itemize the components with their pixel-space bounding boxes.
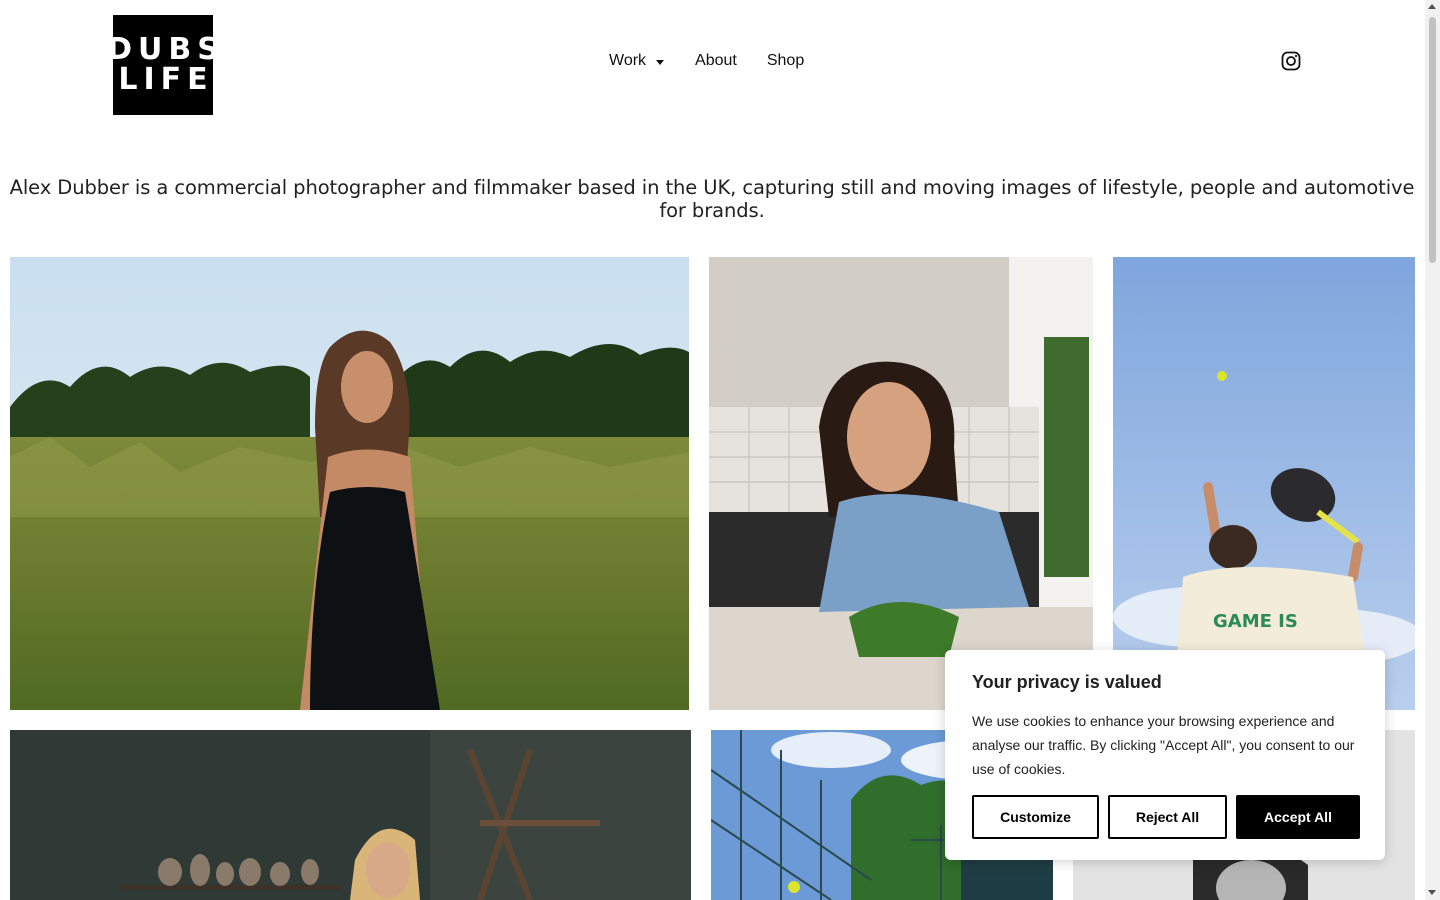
cookie-title: Your privacy is valued [972,672,1162,692]
photo-woman-in-kitchen[interactable] [709,257,1093,710]
cookie-body: We use cookies to enhance your browsing … [972,713,1355,777]
scroll-down-icon[interactable] [1428,890,1436,895]
main-nav: Work About Shop [609,52,804,70]
nav-item-work-label: Work [609,52,647,69]
instagram-icon[interactable] [1281,51,1301,71]
logo-line-2: LIFE [118,62,214,97]
reject-all-button[interactable]: Reject All [1108,795,1227,839]
cookie-buttons: Customize Reject All Accept All [972,795,1360,839]
photo-woman-in-field[interactable] [10,257,689,710]
nav-item-work[interactable]: Work [609,52,665,70]
scrollbar-thumb[interactable] [1429,17,1436,263]
site-logo[interactable]: DUBS LIFE [107,15,219,115]
accept-all-button[interactable]: Accept All [1236,795,1360,839]
nav-item-about[interactable]: About [695,52,737,70]
customize-button[interactable]: Customize [972,795,1099,839]
photo-woman-in-studio[interactable] [10,730,691,900]
page-scrollbar[interactable] [1425,0,1440,900]
chevron-down-icon [656,59,665,65]
nav-item-shop[interactable]: Shop [767,52,804,70]
photo-padel-player[interactable]: GAME IS [1113,257,1415,710]
scroll-up-icon[interactable] [1428,4,1436,9]
svg-text:GAME IS: GAME IS [1213,611,1298,632]
cookie-consent-banner: Your privacy is valued We use cookies to… [945,650,1385,860]
logo-line-1: DUBS [107,32,225,67]
intro-text: Alex Dubber is a commercial photographer… [9,176,1415,222]
